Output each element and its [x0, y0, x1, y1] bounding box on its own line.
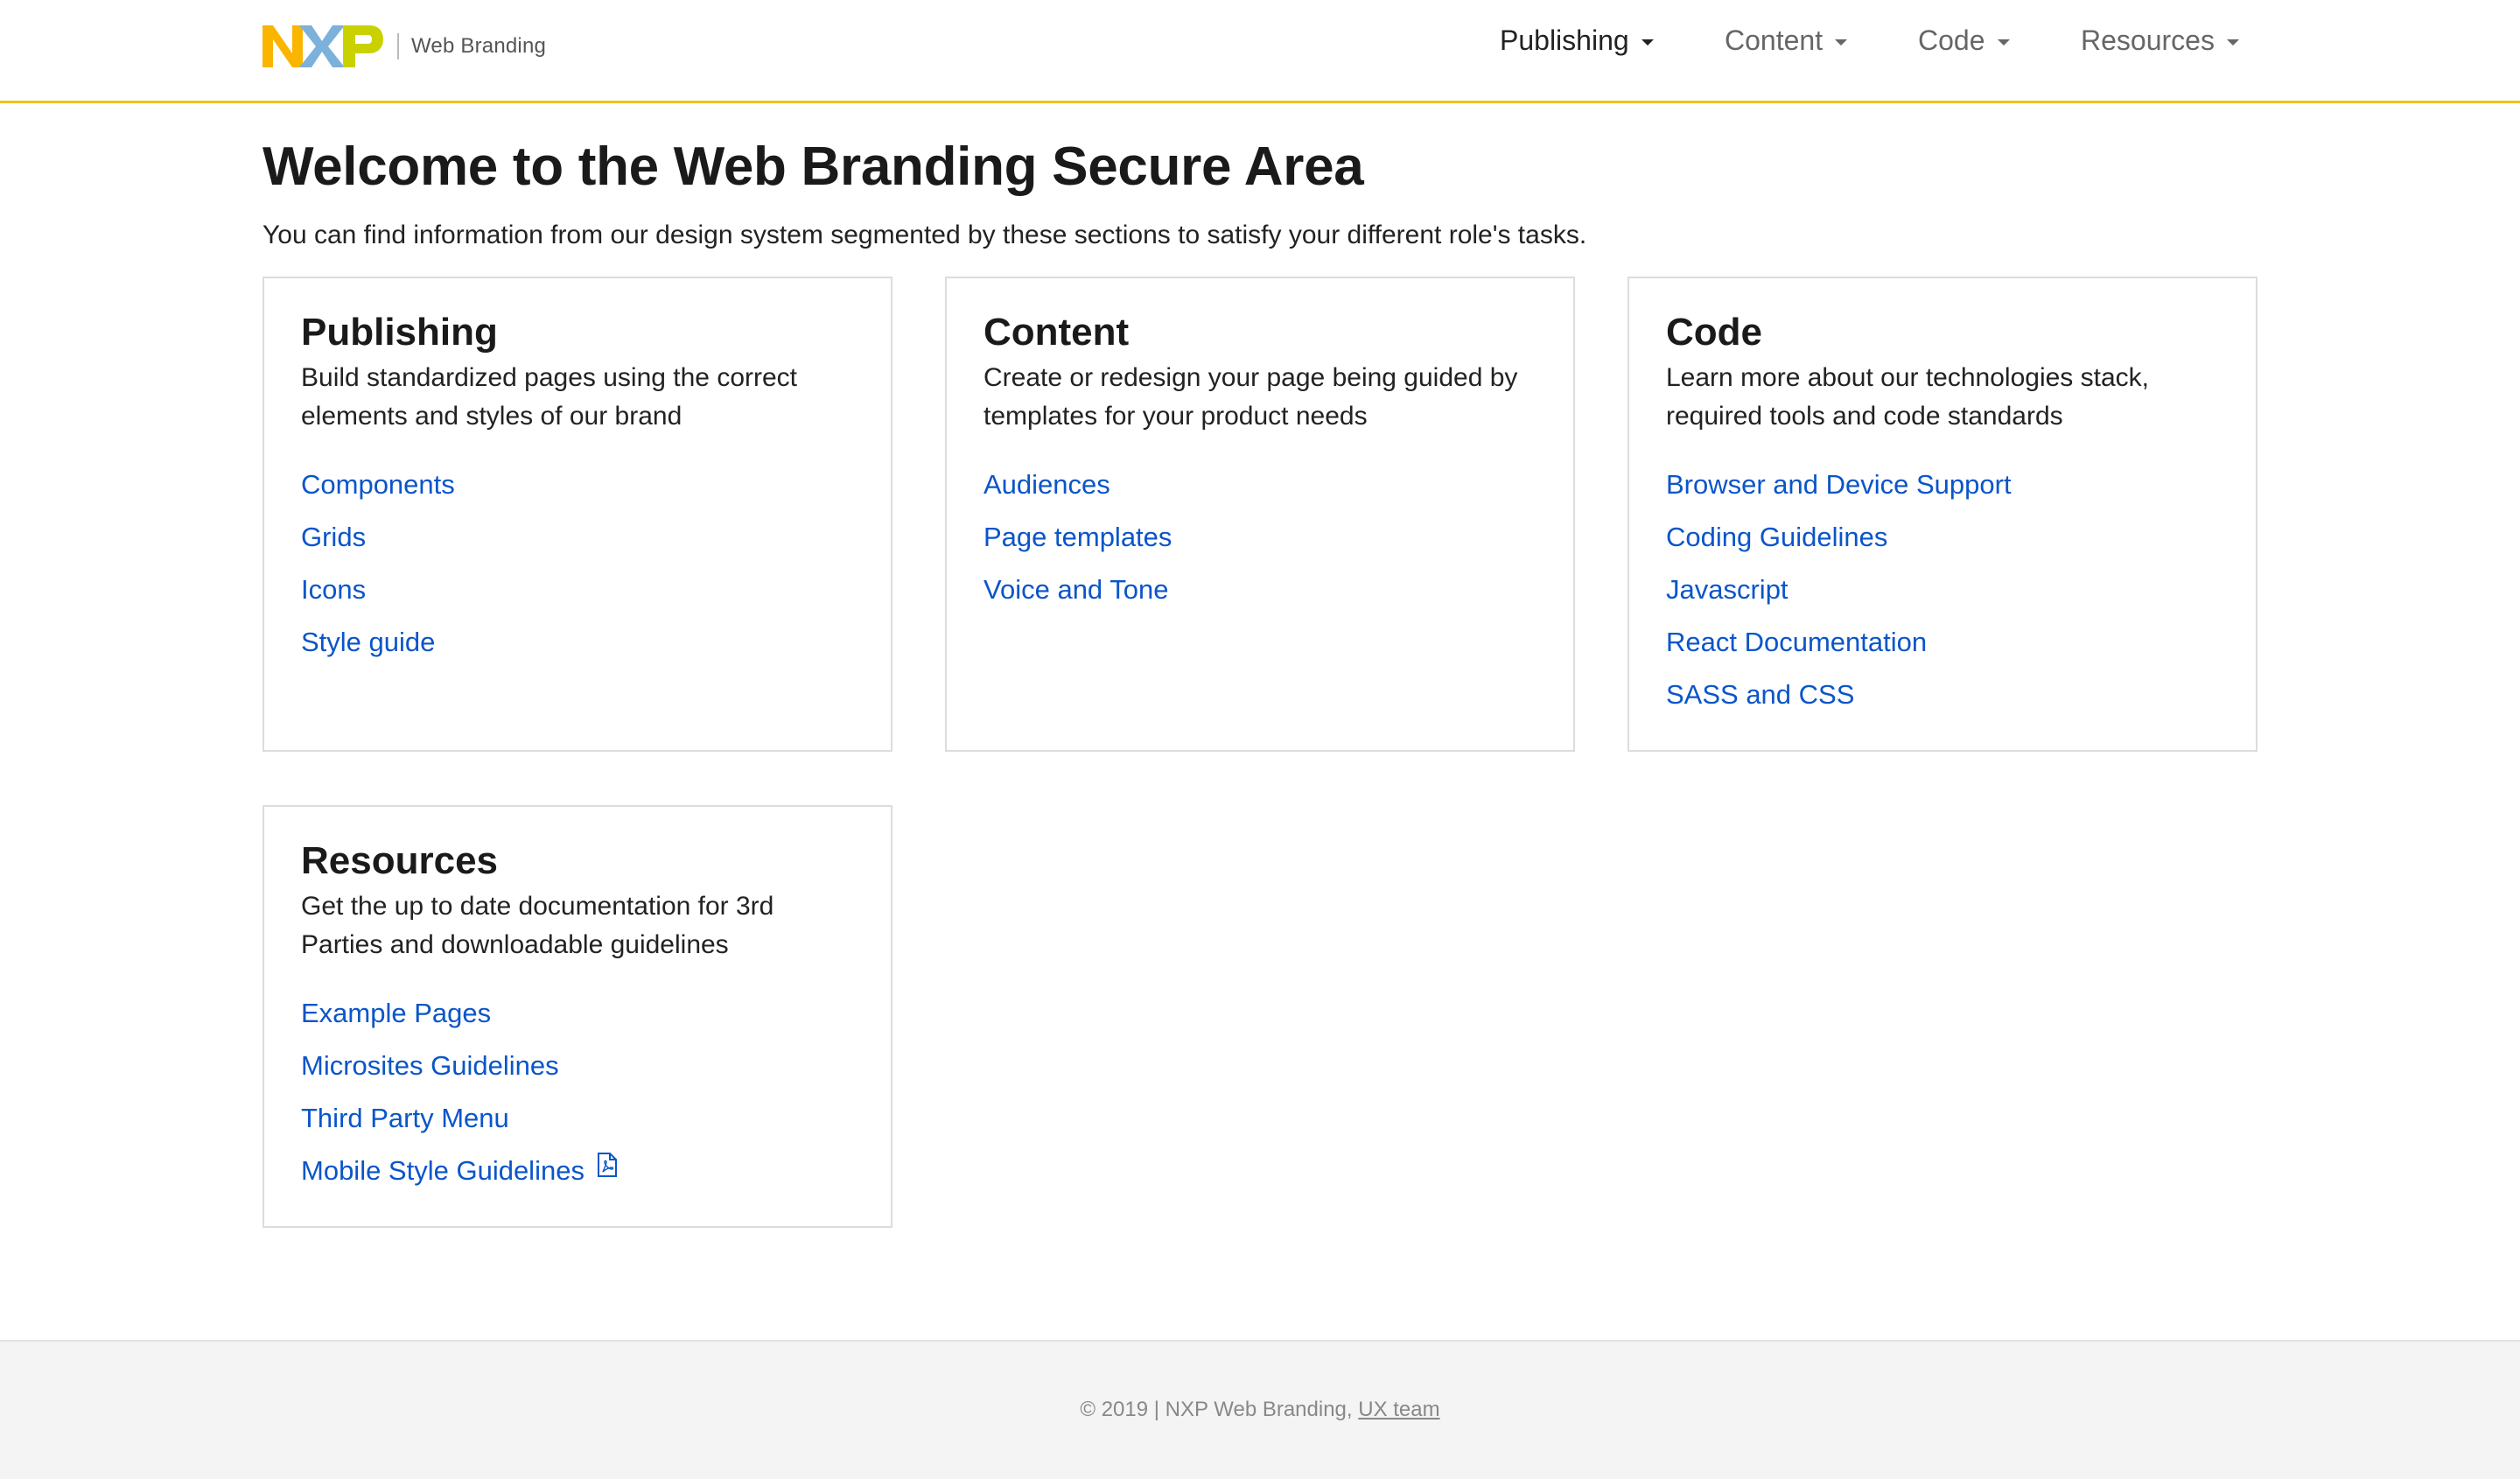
nav-code-label: Code	[1918, 25, 1985, 56]
link-microsites-guidelines[interactable]: Microsites Guidelines	[301, 1050, 559, 1081]
link-icons[interactable]: Icons	[301, 574, 366, 605]
link-third-party-menu[interactable]: Third Party Menu	[301, 1103, 509, 1133]
chevron-down-icon	[1641, 39, 1654, 46]
link-sass-and-css[interactable]: SASS and CSS	[1666, 679, 1854, 710]
link-audiences[interactable]: Audiences	[984, 469, 1110, 500]
card-resources: Resources Get the up to date documentati…	[262, 805, 892, 1228]
nav-resources[interactable]: Resources	[2081, 25, 2239, 57]
nav-publishing-label: Publishing	[1500, 25, 1629, 56]
link-example-pages[interactable]: Example Pages	[301, 998, 491, 1028]
brand-logo[interactable]: Web Branding	[262, 24, 546, 69]
card-description: Get the up to date documentation for 3rd…	[301, 892, 774, 959]
card-link-list: Components Grids Icons Style guide	[301, 459, 856, 669]
link-react-documentation[interactable]: React Documentation	[1666, 627, 1927, 657]
card-title: Code	[1666, 311, 1762, 354]
link-style-guide[interactable]: Style guide	[301, 627, 435, 657]
card-description: Create or redesign your page being guide…	[984, 363, 1518, 431]
chevron-down-icon	[1997, 39, 2010, 46]
card-content: Content Create or redesign your page bei…	[945, 277, 1575, 752]
logo-divider	[397, 33, 399, 60]
page-intro: You can find information from our design…	[262, 221, 1587, 249]
footer-text: © 2019 | NXP Web Branding, UX team	[0, 1398, 2520, 1422]
top-header: Web Branding Publishing Content Code Res…	[0, 0, 2520, 103]
nxp-logo-icon	[262, 25, 383, 67]
footer-copyright: © 2019 | NXP Web Branding,	[1080, 1398, 1359, 1421]
card-title: Resources	[301, 839, 499, 882]
page-footer: © 2019 | NXP Web Branding, UX team	[0, 1340, 2520, 1479]
card-title: Publishing	[301, 311, 498, 354]
card-description: Learn more about our technologies stack,…	[1666, 363, 2149, 431]
page-title: Welcome to the Web Branding Secure Area	[262, 137, 1364, 197]
link-mobile-style-guidelines[interactable]: Mobile Style Guidelines	[301, 1155, 584, 1186]
card-description: Build standardized pages using the corre…	[301, 363, 798, 431]
nav-code[interactable]: Code	[1918, 25, 2010, 57]
card-title: Content	[984, 311, 1130, 354]
link-javascript[interactable]: Javascript	[1666, 574, 1788, 605]
chevron-down-icon	[1835, 39, 1848, 46]
nav-publishing[interactable]: Publishing	[1500, 25, 1654, 57]
card-link-list: Browser and Device Support Coding Guidel…	[1666, 459, 2221, 721]
card-link-list: Audiences Page templates Voice and Tone	[984, 459, 1538, 616]
link-coding-guidelines[interactable]: Coding Guidelines	[1666, 522, 1887, 552]
link-browser-device-support[interactable]: Browser and Device Support	[1666, 469, 2012, 500]
card-code: Code Learn more about our technologies s…	[1628, 277, 2258, 752]
link-voice-and-tone[interactable]: Voice and Tone	[984, 574, 1168, 605]
nav-content[interactable]: Content	[1725, 25, 1848, 57]
nav-content-label: Content	[1725, 25, 1824, 56]
pdf-file-icon	[597, 1147, 618, 1200]
link-page-templates[interactable]: Page templates	[984, 522, 1172, 552]
link-components[interactable]: Components	[301, 469, 455, 500]
nav-resources-label: Resources	[2081, 25, 2215, 56]
chevron-down-icon	[2226, 39, 2239, 46]
footer-ux-team-link[interactable]: UX team	[1358, 1398, 1439, 1421]
card-link-list: Example Pages Microsites Guidelines Thir…	[301, 987, 856, 1197]
link-grids[interactable]: Grids	[301, 522, 366, 552]
card-publishing: Publishing Build standardized pages usin…	[262, 277, 892, 752]
brand-label: Web Branding	[411, 34, 547, 58]
